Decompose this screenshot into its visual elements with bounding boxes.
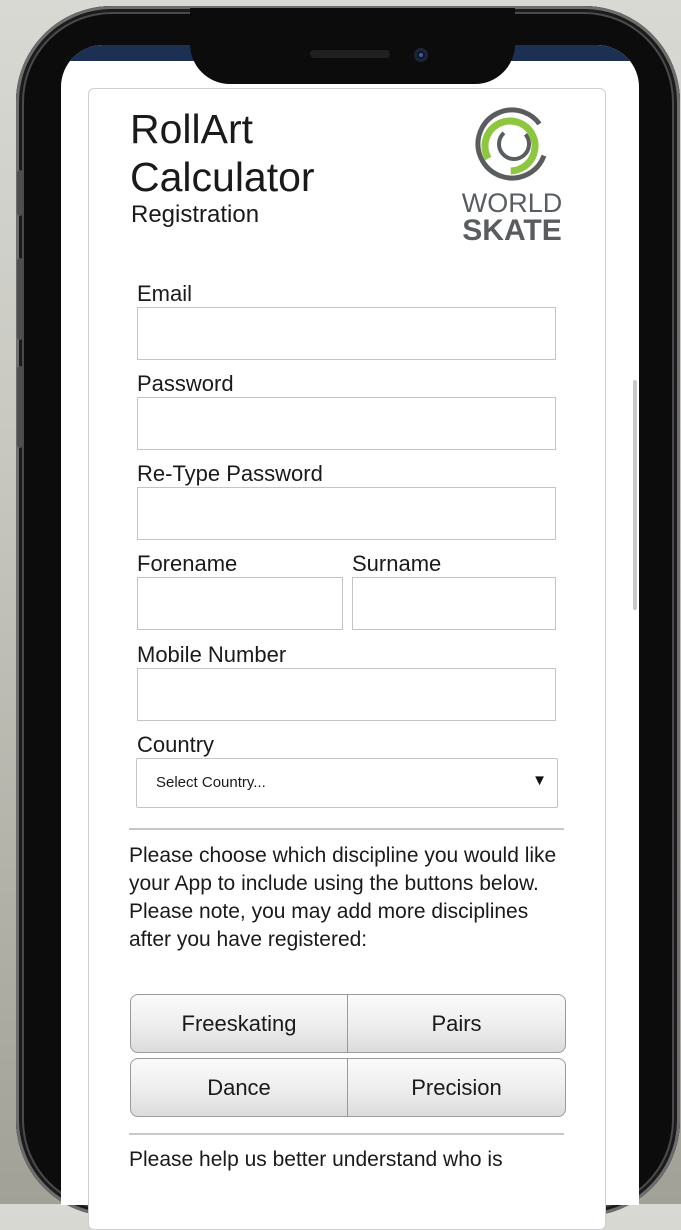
pairs-button[interactable]: Pairs	[348, 994, 566, 1053]
chevron-down-icon: ▼	[532, 772, 547, 789]
retype-password-field[interactable]	[137, 487, 556, 540]
survey-intro-text: Please help us better understand who is	[129, 1148, 503, 1171]
scrollbar[interactable]	[633, 380, 637, 610]
country-label: Country	[137, 732, 215, 757]
front-camera-icon	[414, 48, 428, 62]
speaker-grille	[310, 50, 390, 58]
freeskating-button[interactable]: Freeskating	[130, 994, 348, 1053]
title-line-2: Calculator	[130, 154, 315, 200]
section-divider	[129, 1133, 564, 1135]
phone-side-button	[17, 258, 23, 340]
section-divider	[129, 828, 564, 830]
dance-button[interactable]: Dance	[130, 1058, 348, 1117]
page-subtitle: Registration	[131, 201, 260, 228]
country-select[interactable]: Select Country... ▼	[136, 758, 558, 808]
phone-side-button	[17, 366, 23, 448]
title-line-1: RollArt	[130, 106, 254, 152]
surname-field[interactable]	[352, 577, 556, 630]
password-label: Password	[137, 371, 234, 396]
precision-button[interactable]: Precision	[348, 1058, 566, 1117]
logo-word-skate: SKATE	[462, 214, 561, 244]
email-label: Email	[137, 281, 193, 306]
phone-side-button	[17, 170, 23, 216]
email-field[interactable]	[137, 307, 556, 360]
surname-label: Surname	[352, 551, 442, 576]
country-select-value: Select Country...	[156, 774, 266, 791]
discipline-instructions: Please choose which discipline you would…	[129, 844, 557, 951]
password-field[interactable]	[137, 397, 556, 450]
mobile-number-label: Mobile Number	[137, 642, 287, 667]
phone-notch	[190, 8, 515, 84]
world-skate-logo: WORLD SKATE	[462, 107, 562, 244]
forename-label: Forename	[137, 551, 238, 576]
mobile-number-field[interactable]	[137, 668, 556, 721]
retype-password-label: Re-Type Password	[137, 461, 323, 486]
page-title: RollArt Calculator	[130, 105, 315, 201]
forename-field[interactable]	[137, 577, 343, 630]
